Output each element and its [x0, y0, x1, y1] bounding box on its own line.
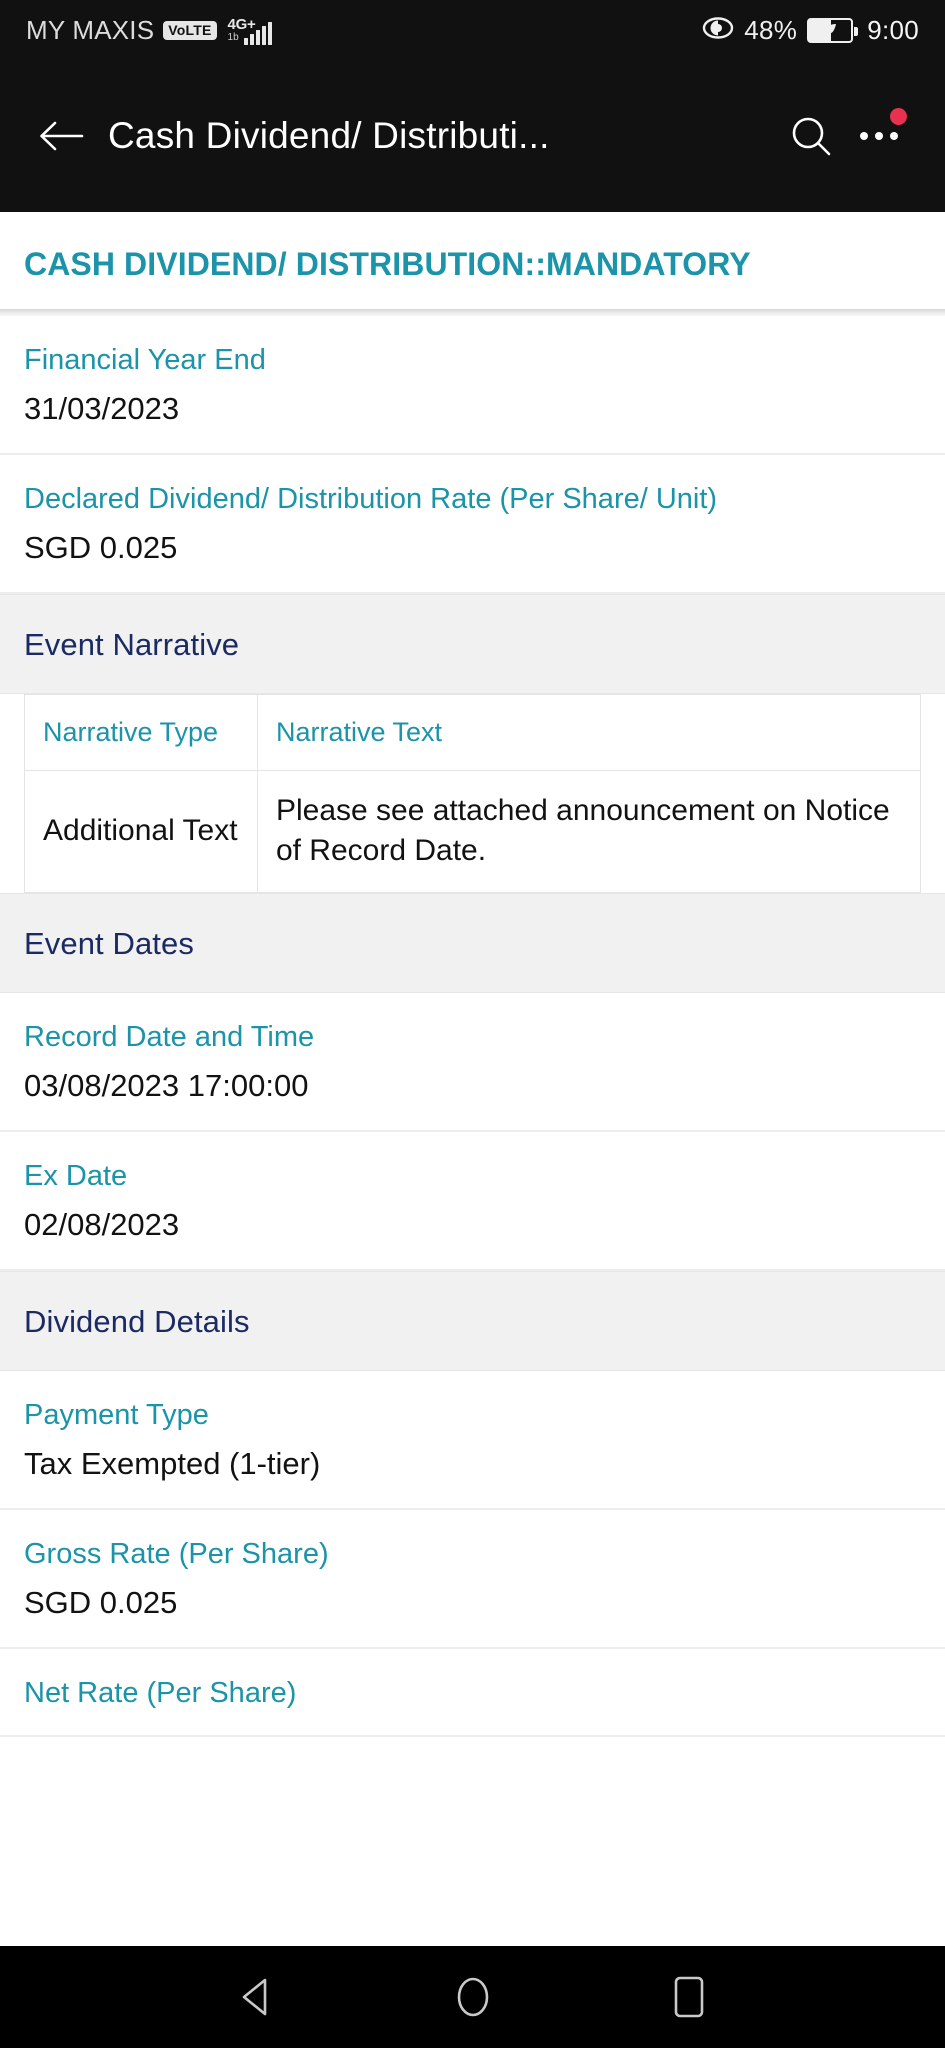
section-header-event-narrative: Event Narrative — [0, 593, 945, 694]
overflow-dots — [860, 132, 898, 140]
battery-power-saving-icon — [807, 17, 859, 43]
app-bar: Cash Dividend/ Distributi... — [0, 60, 945, 212]
field-label: Financial Year End — [24, 343, 266, 376]
status-bar-left: MY MAXIS VoLTE 4G+ 1b — [26, 14, 273, 46]
back-arrow-icon[interactable] — [30, 105, 92, 167]
field-label: Net Rate (Per Share) — [24, 1676, 297, 1709]
status-bar: MY MAXIS VoLTE 4G+ 1b 48% 9:00 — [0, 0, 945, 60]
field-value: 02/08/2023 — [24, 1207, 180, 1243]
field-value: SGD 0.025 — [24, 530, 178, 566]
nav-home-icon[interactable] — [445, 1969, 501, 2025]
field-net-rate: Net Rate (Per Share) — [0, 1648, 945, 1738]
nav-recents-icon[interactable] — [661, 1969, 717, 2025]
field-label: Declared Dividend/ Distribution Rate (Pe… — [24, 482, 718, 515]
battery-percent-label: 48% — [744, 14, 798, 45]
section-header-event-dates: Event Dates — [0, 892, 945, 993]
field-label: Ex Date — [24, 1159, 128, 1192]
search-icon[interactable] — [779, 104, 843, 168]
eye-comfort-icon — [702, 16, 734, 45]
field-label: Record Date and Time — [24, 1020, 315, 1053]
clock-label: 9:00 — [867, 14, 919, 45]
field-ex-date: Ex Date 02/08/2023 — [0, 1131, 945, 1271]
volte-badge: VoLTE — [163, 20, 217, 40]
event-narrative-table-wrap: Narrative Type Narrative Text Additional… — [0, 693, 945, 893]
field-declared-dividend-rate: Declared Dividend/ Distribution Rate (Pe… — [0, 454, 945, 594]
table-header-row: Narrative Type Narrative Text — [24, 693, 922, 771]
field-payment-type: Payment Type Tax Exempted (1-tier) — [0, 1370, 945, 1510]
field-label: Payment Type — [24, 1398, 209, 1431]
status-bar-right: 48% 9:00 — [702, 15, 919, 46]
notification-badge-dot — [890, 108, 907, 125]
field-value: SGD 0.025 — [24, 1585, 178, 1621]
carrier-label: MY MAXIS — [26, 14, 155, 45]
field-gross-rate: Gross Rate (Per Share) SGD 0.025 — [0, 1509, 945, 1649]
field-value: 03/08/2023 17:00:00 — [24, 1068, 309, 1104]
column-header-narrative-text: Narrative Text — [256, 693, 922, 771]
page-title-appbar: Cash Dividend/ Distributi... — [108, 115, 550, 156]
detail-content[interactable]: CASH DIVIDEND/ DISTRIBUTION::MANDATORY F… — [0, 212, 945, 1946]
header-shadow-divider — [0, 308, 945, 316]
event-narrative-table: Narrative Type Narrative Text Additional… — [24, 693, 922, 893]
field-label: Gross Rate (Per Share) — [24, 1537, 329, 1570]
field-value: Tax Exempted (1-tier) — [24, 1446, 321, 1482]
nav-back-icon[interactable] — [229, 1969, 285, 2025]
table-row: Additional Text Please see attached anno… — [24, 769, 922, 893]
overflow-menu-icon[interactable] — [843, 104, 915, 168]
announcement-heading: CASH DIVIDEND/ DISTRIBUTION::MANDATORY — [24, 246, 751, 282]
phone-screen: MY MAXIS VoLTE 4G+ 1b 48% 9:00 Cash Divi… — [0, 0, 945, 2048]
field-financial-year-end: Financial Year End 31/03/2023 — [0, 315, 945, 455]
cell-narrative-text: Please see attached announcement on Noti… — [256, 769, 922, 893]
column-header-narrative-type: Narrative Type — [24, 693, 258, 771]
field-value: 31/03/2023 — [24, 391, 180, 427]
system-navigation-bar — [0, 1946, 945, 2048]
section-header-dividend-details: Dividend Details — [0, 1270, 945, 1371]
cell-narrative-type: Additional Text — [24, 769, 258, 893]
network-sub-label: 1b — [227, 32, 239, 43]
signal-bars-icon — [244, 21, 273, 45]
field-record-date-and-time: Record Date and Time 03/08/2023 17:00:00 — [0, 992, 945, 1132]
